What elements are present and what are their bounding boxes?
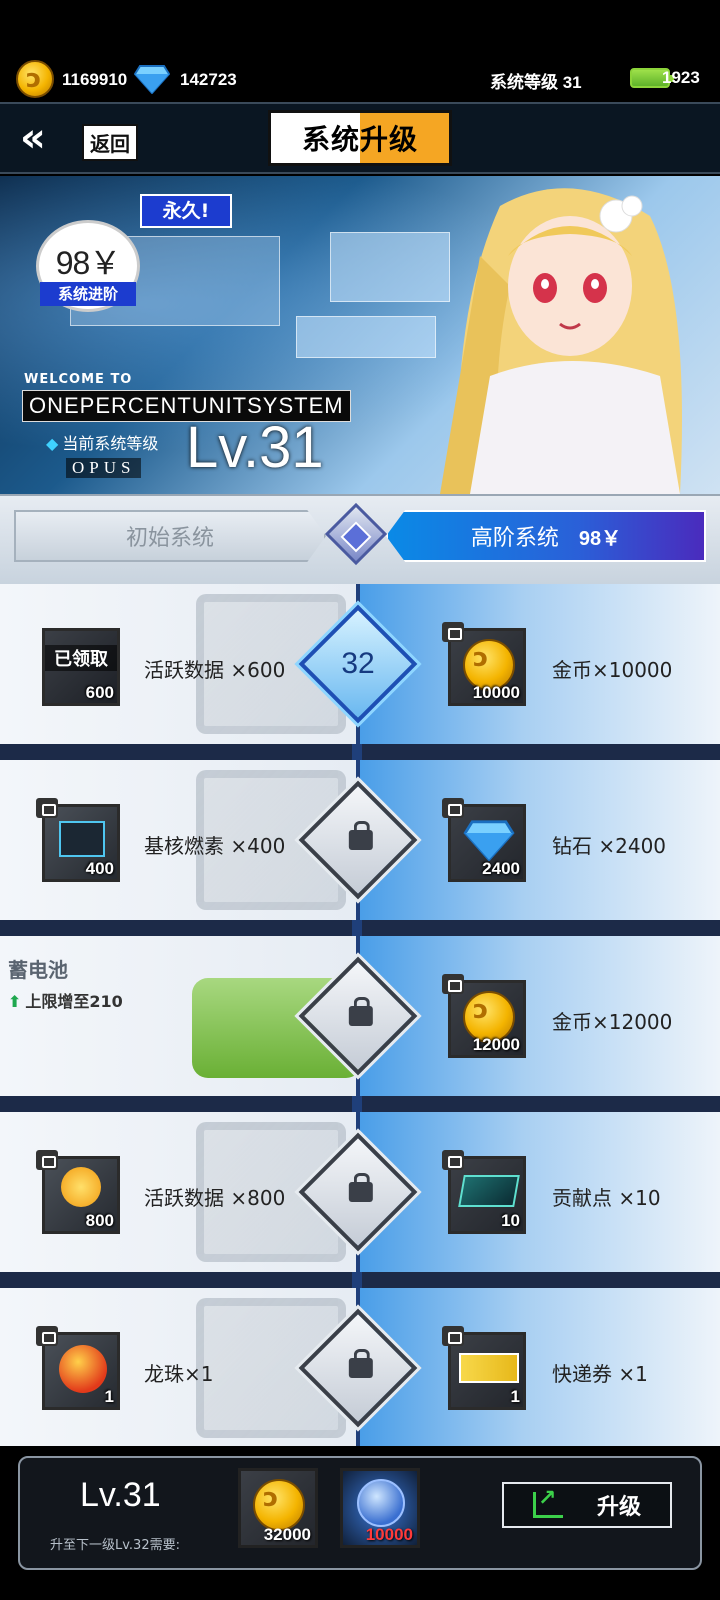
item-quantity: 10000 <box>472 683 520 702</box>
reward-label: 活跃数据 ×800 <box>144 1186 286 1210</box>
battery-capacity-note: 上限增至210 <box>8 988 122 1012</box>
tab-advanced-price: 98￥ <box>578 527 622 550</box>
item-quantity: 1 <box>104 1387 114 1406</box>
tab-advanced-system[interactable]: 高阶系统 98￥ <box>386 510 706 562</box>
status-bar: 1169910 142723 系统等级 31 1923 <box>0 0 720 100</box>
dragon-ball-icon <box>59 1345 107 1393</box>
banner-screen-panel <box>296 316 436 358</box>
current-level: Lv.31 <box>186 415 324 480</box>
system-level-status: 系统等级 31 <box>490 73 582 92</box>
reward-label: 基核燃素 ×400 <box>144 834 286 858</box>
core-fuel-icon <box>59 821 105 857</box>
page-title: 系统升级 <box>301 123 418 156</box>
system-tabs: 初始系统 高阶系统 98￥ <box>0 494 720 584</box>
welcome-text: WELCOME TO <box>24 372 133 387</box>
tab-advanced-label: 高阶系统 <box>470 526 559 551</box>
reward-label: 快递券 ×1 <box>552 1362 648 1386</box>
level-node-number: 32 <box>341 647 375 680</box>
chart-up-icon <box>532 1486 563 1518</box>
price-badge: 98￥ 系统进阶 <box>36 220 140 320</box>
lock-icon <box>36 798 58 818</box>
lock-icon <box>442 1326 464 1346</box>
opus-tag: OPUS <box>66 458 142 478</box>
upgrade-button[interactable]: 升级 <box>502 1482 672 1528</box>
item-quantity: 12000 <box>472 1035 520 1054</box>
battery-title: 蓄电池 <box>8 958 68 982</box>
cost-material-item[interactable]: 10000 <box>340 1468 420 1548</box>
item-quantity: 2400 <box>482 859 520 878</box>
tab-basic-label: 初始系统 <box>125 526 214 551</box>
gold-coin-icon <box>253 1479 305 1531</box>
cost-gold-item[interactable]: 32000 <box>238 1468 318 1548</box>
item-quantity: 10 <box>501 1211 520 1230</box>
claimed-label: 已领取 <box>45 645 117 671</box>
lock-icon <box>348 1358 373 1378</box>
system-banner: 98￥ 系统进阶 永久! WELCOME TO ONEPERCENTUNITSY… <box>0 176 720 494</box>
item-quantity: 800 <box>85 1211 114 1230</box>
material-orb-icon <box>357 1479 405 1527</box>
lock-icon <box>348 830 373 850</box>
back-arrow-icon: « <box>20 115 46 161</box>
active-data-item[interactable]: 已领取 600 <box>42 628 120 706</box>
lock-icon <box>442 622 464 642</box>
reward-list[interactable]: 已领取 600 活跃数据 ×600 32 10000 金币×10000 400 … <box>0 584 720 1446</box>
reward-row: 蓄电池 上限增至210 12000 金币×12000 <box>0 936 720 1096</box>
delivery-ticket-icon <box>459 1353 519 1383</box>
upgrade-bar: Lv.31 升至下一级Lv.32需要: 32000 10000 升级 <box>18 1456 702 1570</box>
contribution-card-icon <box>458 1175 520 1207</box>
diamond-icon <box>134 65 170 94</box>
title-bar: « 返回 系统升级 <box>0 102 720 174</box>
back-label: 返回 <box>82 124 138 161</box>
reward-label: 金币×12000 <box>552 1010 673 1034</box>
lock-icon <box>348 1182 373 1202</box>
reward-row: 800 活跃数据 ×800 10 贡献点 ×10 <box>0 1112 720 1272</box>
price-subtitle: 系统进阶 <box>40 282 136 306</box>
character-illustration <box>440 188 682 494</box>
current-level-label: 当前系统等级 <box>46 430 158 454</box>
page-title-box: 系统升级 <box>268 110 452 166</box>
reward-row: 1 龙珠×1 1 快递券 ×1 <box>0 1288 720 1446</box>
price-value: 98￥ <box>55 245 122 281</box>
upgrade-requirement-label: 升至下一级Lv.32需要: <box>50 1538 180 1553</box>
lock-icon <box>442 798 464 818</box>
gold-amount: 1169910 <box>62 70 128 89</box>
bottom-current-level: Lv.31 <box>80 1476 161 1514</box>
reward-label: 贡献点 ×10 <box>552 1186 661 1210</box>
item-quantity: 600 <box>85 683 114 702</box>
energy-amount: 1923 <box>662 68 700 87</box>
tab-switch-icon <box>324 502 388 566</box>
forever-badge: 永久! <box>140 194 232 228</box>
gold-coin-icon <box>16 60 54 98</box>
item-quantity: 1 <box>510 1387 520 1406</box>
item-quantity: 400 <box>85 859 114 878</box>
lock-icon <box>348 1006 373 1026</box>
reward-label: 龙珠×1 <box>144 1362 214 1386</box>
cost-gold-amount: 32000 <box>263 1525 311 1544</box>
lock-icon <box>36 1150 58 1170</box>
reward-label: 活跃数据 ×600 <box>144 658 286 682</box>
diamond-amount: 142723 <box>180 70 237 89</box>
tab-basic-system[interactable]: 初始系统 <box>14 510 326 562</box>
lock-icon <box>36 1326 58 1346</box>
reward-label: 钻石 ×2400 <box>552 834 667 858</box>
upgrade-button-label: 升级 <box>596 1495 641 1520</box>
reward-row: 400 基核燃素 ×400 2400 钻石 ×2400 <box>0 760 720 920</box>
diamond-icon <box>463 820 515 861</box>
lock-icon <box>442 1150 464 1170</box>
back-button[interactable]: « 返回 <box>20 116 140 162</box>
lock-icon <box>442 974 464 994</box>
reward-row: 已领取 600 活跃数据 ×600 32 10000 金币×10000 <box>0 584 720 744</box>
active-data-icon <box>61 1167 101 1207</box>
cost-material-amount: 10000 <box>365 1525 413 1544</box>
reward-label: 金币×10000 <box>552 658 673 682</box>
